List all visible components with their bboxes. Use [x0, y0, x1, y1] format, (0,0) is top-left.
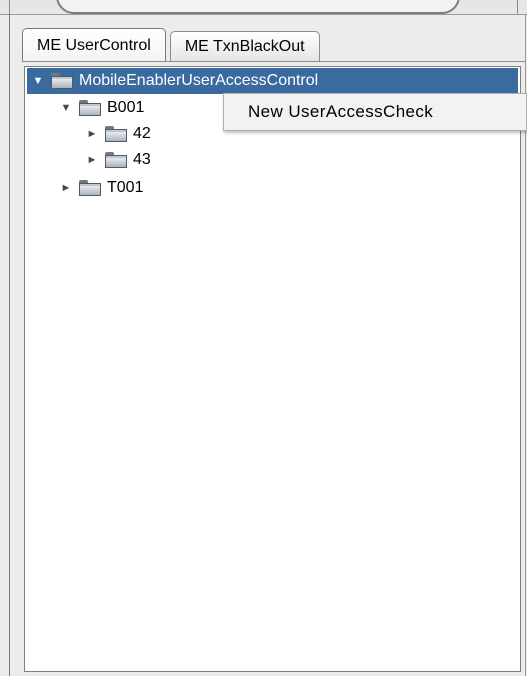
folder-icon — [79, 180, 101, 196]
folder-icon — [105, 126, 127, 142]
triangle-down-icon[interactable]: ▼ — [59, 102, 73, 114]
folder-icon — [105, 152, 127, 168]
tree-node-label: T001 — [107, 179, 144, 196]
triangle-down-icon[interactable]: ▼ — [31, 75, 45, 87]
tab-label: ME UserControl — [37, 36, 151, 54]
divider — [9, 0, 10, 14]
tree-panel: ▼ MobileEnablerUserAccessControl ▼ B001 … — [24, 66, 521, 672]
top-toolbar-remnant — [0, 0, 527, 15]
tree-node-t001[interactable]: ► T001 — [59, 175, 143, 201]
context-menu: New UserAccessCheck — [223, 93, 527, 131]
divider — [517, 0, 518, 14]
open-folder-icon — [79, 100, 101, 116]
triangle-right-icon[interactable]: ► — [59, 182, 73, 194]
tree-node-b001[interactable]: ▼ B001 — [59, 95, 144, 121]
tree-node-label: 42 — [133, 125, 151, 142]
tree-node-label: MobileEnablerUserAccessControl — [79, 72, 319, 89]
triangle-right-icon[interactable]: ► — [85, 154, 99, 166]
search-field-remnant[interactable] — [56, 0, 460, 14]
tab-baseline — [22, 61, 525, 62]
panel-border-left — [9, 14, 10, 676]
tree-node-43[interactable]: ► 43 — [85, 147, 151, 173]
tree-node-42[interactable]: ► 42 — [85, 121, 151, 147]
app-window: ME UserControl ME TxnBlackOut ▼ MobileEn… — [0, 0, 527, 676]
menu-item-new-useraccesscheck[interactable]: New UserAccessCheck — [224, 102, 433, 122]
open-folder-icon — [51, 73, 73, 89]
tree-node-label: B001 — [107, 99, 145, 116]
tab-me-txnblackout[interactable]: ME TxnBlackOut — [169, 31, 320, 62]
triangle-right-icon[interactable]: ► — [85, 128, 99, 140]
tab-me-usercontrol[interactable]: ME UserControl — [22, 28, 166, 62]
tree-node-label: 43 — [133, 151, 151, 168]
tree-node-root[interactable]: ▼ MobileEnablerUserAccessControl — [27, 68, 518, 94]
tab-strip: ME UserControl ME TxnBlackOut — [22, 24, 324, 62]
tab-label: ME TxnBlackOut — [184, 38, 305, 55]
